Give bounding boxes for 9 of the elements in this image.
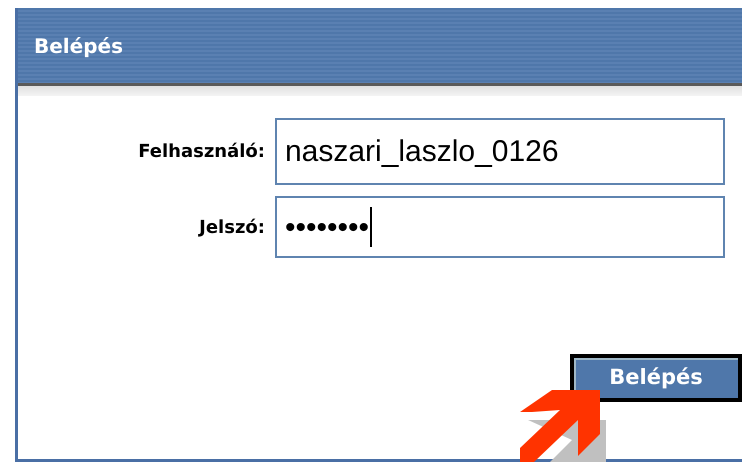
username-field[interactable]: naszari_laszlo_0126 bbox=[275, 118, 725, 185]
field-value: naszari_laszlo_0126 bbox=[285, 134, 559, 170]
text-cursor bbox=[370, 207, 372, 247]
password-field[interactable]: •••••••• bbox=[275, 196, 725, 258]
field-value: •••••••• bbox=[285, 210, 370, 246]
field-label: Jelszó: bbox=[197, 216, 266, 240]
login-button[interactable]: Belépés bbox=[570, 354, 742, 402]
field-label: Felhasználó: bbox=[137, 140, 266, 164]
panel-title: Belépés bbox=[34, 32, 124, 60]
